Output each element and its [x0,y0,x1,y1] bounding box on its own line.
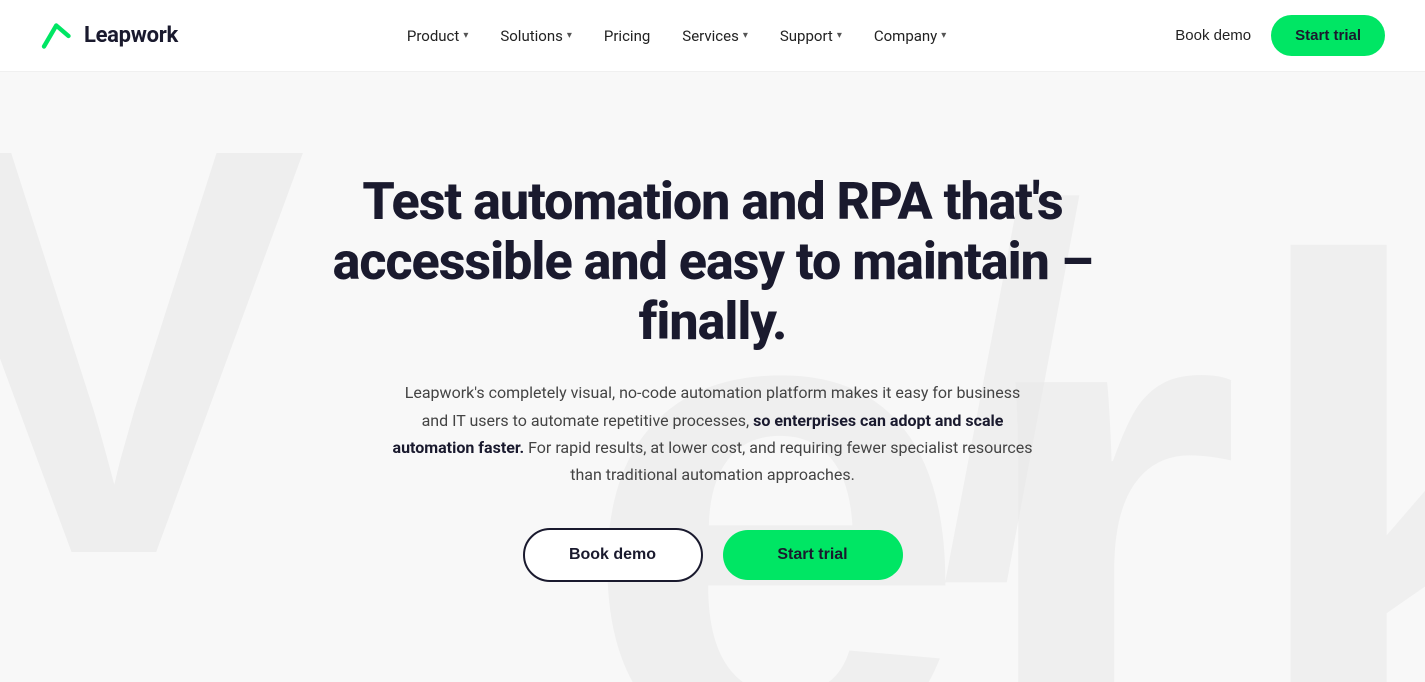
hero-content: Test automation and RPA that's accessibl… [263,112,1163,642]
book-demo-nav-button[interactable]: Book demo [1175,27,1251,44]
logo[interactable]: Leapwork [40,22,178,50]
nav-links: Product ▾ Solutions ▾ Pricing Services ▾… [407,27,946,45]
start-trial-hero-button[interactable]: Start trial [723,530,903,580]
chevron-down-icon: ▾ [837,30,842,41]
chevron-down-icon: ▾ [463,30,468,41]
hero-section: V erk / Test automation and RPA that's a… [0,72,1425,682]
nav-item-solutions[interactable]: Solutions ▾ [500,27,572,45]
hero-subtext: Leapwork's completely visual, no-code au… [393,379,1033,488]
nav-item-product[interactable]: Product ▾ [407,27,468,45]
nav-item-services[interactable]: Services ▾ [682,27,748,45]
start-trial-nav-button[interactable]: Start trial [1271,15,1385,56]
nav-item-company[interactable]: Company ▾ [874,27,946,45]
chevron-down-icon: ▾ [941,30,946,41]
hero-heading: Test automation and RPA that's accessibl… [303,172,1123,351]
nav-item-pricing[interactable]: Pricing [604,27,650,45]
chevron-down-icon: ▾ [743,30,748,41]
logo-text: Leapwork [84,23,178,48]
nav-actions: Book demo Start trial [1175,15,1385,56]
chevron-down-icon: ▾ [567,30,572,41]
book-demo-hero-button[interactable]: Book demo [523,528,703,582]
navbar: Leapwork Product ▾ Solutions ▾ Pricing S… [0,0,1425,72]
nav-item-support[interactable]: Support ▾ [780,27,842,45]
hero-cta-buttons: Book demo Start trial [303,528,1123,582]
leapwork-logo-icon [40,22,76,50]
